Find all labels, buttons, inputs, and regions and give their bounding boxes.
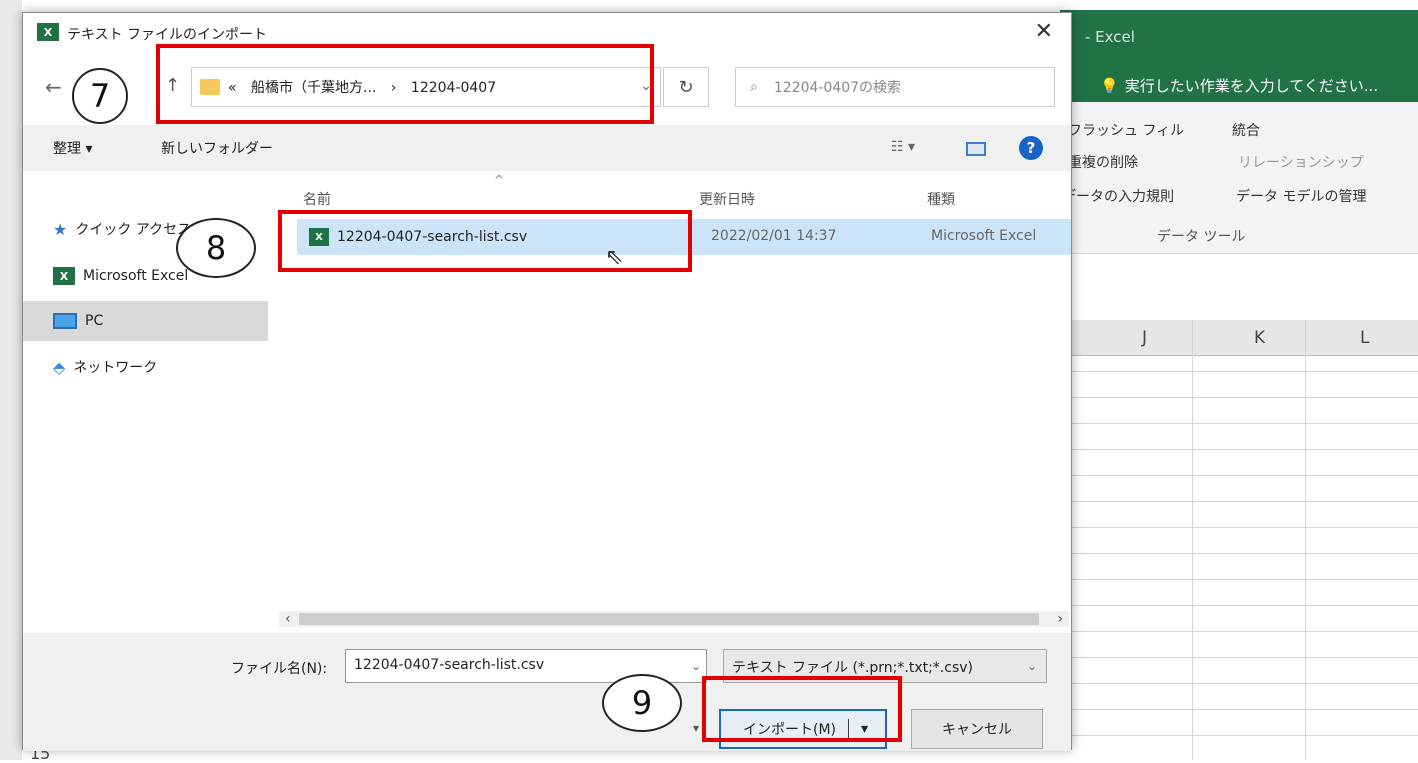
chevron-down-icon[interactable]: ⌄ <box>1027 659 1037 673</box>
search-input[interactable]: ⌕ 12204-0407の検索 <box>735 67 1055 107</box>
data-tools-group-label: データ ツール <box>1157 229 1246 245</box>
data-validation-button[interactable]: データの入力規則 <box>1062 186 1174 206</box>
manage-data-model-button[interactable]: データ モデルの管理 <box>1236 186 1366 206</box>
step7-highlight-box <box>156 44 654 124</box>
horizontal-scrollbar[interactable]: ‹ › <box>279 611 1069 627</box>
scroll-right-icon[interactable]: › <box>1057 611 1063 627</box>
dialog-footer: ファイル名(N): 12204-0407-search-list.csv ⌄ テ… <box>23 633 1071 751</box>
file-type: Microsoft Excel <box>931 228 1037 244</box>
excel-icon: X <box>53 267 75 285</box>
grid-line <box>1192 320 1193 760</box>
column-name-header[interactable]: 名前 <box>303 189 331 209</box>
nav-label: クイック アクセス <box>75 222 192 238</box>
tell-me-text: 実行したい作業を入力してください... <box>1124 77 1379 95</box>
nav-item-quick-access[interactable]: ★ クイック アクセス <box>53 219 191 239</box>
back-arrow-icon[interactable]: ← <box>45 75 62 99</box>
chevron-down-icon[interactable]: ⌄ <box>691 659 701 673</box>
view-options-icon[interactable]: ☷ ▾ <box>891 139 915 155</box>
preview-pane-icon[interactable] <box>966 142 986 156</box>
excel-title: - Excel <box>1085 28 1135 46</box>
close-button[interactable]: ✕ <box>1035 19 1053 44</box>
search-icon: ⌕ <box>750 79 758 95</box>
computer-icon <box>53 313 77 329</box>
search-placeholder: 12204-0407の検索 <box>773 80 902 96</box>
column-header-k[interactable]: K <box>1254 328 1265 348</box>
column-header-row: J K L <box>1072 320 1418 356</box>
command-bar: 整理 ▾ 新しいフォルダー ☷ ▾ ? <box>23 125 1071 171</box>
column-date-header[interactable]: 更新日時 <box>699 189 755 209</box>
help-icon[interactable]: ? <box>1019 136 1043 160</box>
column-type-header[interactable]: 種類 <box>927 189 955 209</box>
scroll-left-icon[interactable]: ‹ <box>285 611 291 627</box>
nav-label: PC <box>85 313 104 329</box>
dialog-title: テキスト ファイルのインポート <box>67 27 268 43</box>
lightbulb-icon: 💡 <box>1100 76 1119 95</box>
nav-item-pc[interactable]: PC <box>23 301 268 341</box>
filename-label: ファイル名(N): <box>231 661 328 677</box>
file-date: 2022/02/01 14:37 <box>711 228 837 244</box>
nav-label: ネットワーク <box>73 360 158 376</box>
step7-marker: 7 <box>72 68 128 124</box>
step8-highlight-box <box>278 210 692 272</box>
worksheet-grid[interactable] <box>1072 320 1418 760</box>
column-header-l[interactable]: L <box>1360 328 1369 348</box>
excel-app-icon: X <box>37 23 59 41</box>
nav-item-network[interactable]: ⬘ ネットワーク <box>53 357 157 377</box>
network-icon: ⬘ <box>53 357 66 377</box>
tools-dropdown-icon[interactable]: ▾ <box>693 721 699 735</box>
grid-line <box>1305 320 1306 760</box>
star-icon: ★ <box>53 219 68 239</box>
relationships-button[interactable]: リレーションシップ <box>1238 152 1364 172</box>
step9-highlight-box <box>702 676 902 742</box>
step8-marker: 8 <box>176 218 256 278</box>
flash-fill-button[interactable]: フラッシュ フィル <box>1068 120 1184 140</box>
scrollbar-thumb[interactable] <box>299 613 1039 625</box>
organize-button[interactable]: 整理 ▾ <box>53 138 92 158</box>
nav-item-microsoft-excel[interactable]: X Microsoft Excel <box>53 267 188 285</box>
sort-caret-icon: ^ <box>494 173 505 187</box>
tell-me-box[interactable]: 💡 実行したい作業を入力してください... <box>1100 75 1378 96</box>
cancel-button[interactable]: キャンセル <box>911 709 1043 749</box>
nav-label: Microsoft Excel <box>83 268 189 284</box>
column-header-j[interactable]: J <box>1142 328 1147 348</box>
excel-left-edge <box>0 0 22 760</box>
remove-duplicates-button[interactable]: 重複の削除 <box>1068 152 1138 172</box>
consolidate-button[interactable]: 統合 <box>1232 120 1260 140</box>
new-folder-button[interactable]: 新しいフォルダー <box>161 138 273 158</box>
refresh-icon[interactable]: ↻ <box>663 67 709 107</box>
step9-marker: 9 <box>602 674 682 732</box>
